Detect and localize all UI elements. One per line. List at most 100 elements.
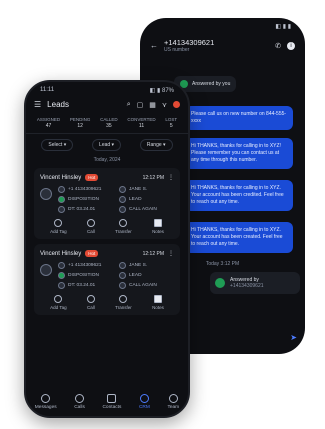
filter-row: Select ▾ Lead ▾ Range ▾ <box>26 134 188 156</box>
nav-team[interactable]: Team <box>167 394 179 410</box>
user-icon <box>119 262 126 269</box>
call-icon <box>86 295 95 303</box>
status-icons: ◧ ▮ 87% <box>149 87 174 94</box>
lead-field: JANE S. <box>129 263 148 268</box>
lead-field: CALL AGAIN <box>129 207 157 212</box>
message-bubble: Hi THANKS, thanks for calling in to XYZ.… <box>185 180 293 211</box>
lead-name: Vincent Hinsley <box>40 250 82 257</box>
leads-header: ☰ Leads ⌕ ▢ ▦ ⋎ <box>26 98 188 111</box>
transfer-button[interactable]: Transfer <box>115 219 132 234</box>
add-tag-button[interactable]: Add Tag <box>50 219 67 234</box>
nav-crm[interactable]: CRM <box>139 394 150 410</box>
phone-icon <box>75 394 85 403</box>
stat-called[interactable]: CALLED 35 <box>100 117 118 129</box>
answered-call-number: +14134309621 <box>230 283 264 289</box>
chat-icon[interactable]: ▢ <box>137 101 144 109</box>
search-icon[interactable]: ⌕ <box>127 101 131 109</box>
avatar <box>40 264 52 276</box>
transfer-button[interactable]: Transfer <box>115 295 132 310</box>
more-icon[interactable]: ⋮ <box>168 250 174 257</box>
stat-assigned[interactable]: ASSIGNED 47 <box>37 117 60 129</box>
date-label: Today, 2024 <box>93 157 121 163</box>
crm-icon <box>139 394 149 403</box>
call-button[interactable]: Call <box>86 295 95 310</box>
lead-time: 12:12 PM <box>142 174 164 181</box>
call-button[interactable]: Call <box>86 219 95 234</box>
lead-field: DT: 03.24.01 <box>68 207 96 212</box>
tag-icon <box>119 272 126 279</box>
status-icon <box>58 272 65 279</box>
message-bubble: Hi THANKS, thanks for calling in to XYZ!… <box>185 138 293 169</box>
user-icon <box>119 186 126 193</box>
lead-field: +1 4134309621 <box>68 187 102 192</box>
lead-field: DISPOSITION <box>68 273 99 278</box>
more-icon[interactable]: ⋮ <box>168 174 174 181</box>
page-title: Leads <box>47 100 69 109</box>
tag-icon <box>54 295 63 303</box>
call-icon[interactable]: ✆ <box>275 42 281 50</box>
calendar-icon <box>58 282 65 289</box>
info-icon[interactable]: i <box>287 41 295 50</box>
notes-icon <box>153 219 162 227</box>
phone-check-icon <box>215 278 225 288</box>
avatar <box>40 188 52 200</box>
contact-phone: +14134309621 <box>164 38 215 47</box>
clock-icon <box>119 206 126 213</box>
contacts-icon <box>107 394 117 403</box>
lead-time: 12:12 PM <box>142 250 164 257</box>
status-badge: Hot <box>85 250 99 257</box>
stat-pending[interactable]: PENDING 12 <box>70 117 91 129</box>
filter-icon[interactable]: ⋎ <box>162 101 167 109</box>
message-bubble: Hi THANKS, thanks for calling in to XYZ.… <box>185 222 293 253</box>
lead-name: Vincent Hinsley <box>40 174 82 181</box>
status-bar: 11:11 ◧ ▮ 87% <box>26 82 188 98</box>
stats-row: ASSIGNED 47 PENDING 12 CALLED 35 CONVERTED 1… <box>26 111 188 134</box>
leads-phone: 11:11 ◧ ▮ 87% ☰ Leads ⌕ ▢ ▦ ⋎ ASSIGNED 47… <box>24 80 190 418</box>
conversation-header: ← +14134309621 US number ✆ i <box>140 34 305 57</box>
nav-contacts[interactable]: Contacts <box>102 394 121 410</box>
lead-field: DISPOSITION <box>68 197 99 202</box>
stat-lost[interactable]: LOST 5 <box>165 117 177 129</box>
back-arrow-icon[interactable]: ← <box>150 41 158 50</box>
message-bubble: Please call us on new number on 844-555-… <box>185 106 293 130</box>
lead-field: JANE S. <box>129 187 148 192</box>
stat-converted[interactable]: CONVERTED 11 <box>127 117 155 129</box>
nav-messages[interactable]: Messages <box>35 394 57 410</box>
status-icons: ◧ ▮ ▮ <box>275 23 291 30</box>
filter-range[interactable]: Range ▾ <box>139 139 173 151</box>
tag-icon <box>54 219 63 227</box>
calendar-icon <box>58 206 65 213</box>
status-time: 11:11 <box>40 87 55 93</box>
lead-card[interactable]: Vincent Hinsley Hot 12:12 PM ⋮ +1 413430… <box>34 168 180 239</box>
grid-icon[interactable]: ▦ <box>149 101 156 109</box>
nav-calls[interactable]: Calls <box>74 394 85 410</box>
notes-button[interactable]: Notes <box>152 219 164 234</box>
lead-field: CALL AGAIN <box>129 283 157 288</box>
filter-lead[interactable]: Lead ▾ <box>92 139 122 151</box>
lead-card[interactable]: Vincent Hinsley Hot 12:12 PM ⋮ +1 413430… <box>34 244 180 315</box>
message-icon <box>41 394 51 403</box>
add-tag-button[interactable]: Add Tag <box>50 295 67 310</box>
lead-field: LEAD <box>129 273 142 278</box>
transfer-icon <box>119 219 128 227</box>
phone-icon <box>58 186 65 193</box>
filter-select[interactable]: Select ▾ <box>41 139 74 151</box>
status-icon <box>58 196 65 203</box>
transfer-icon <box>119 295 128 303</box>
notes-icon <box>153 295 162 303</box>
send-icon[interactable]: ➤ <box>290 333 297 342</box>
clock-icon <box>119 282 126 289</box>
bottom-nav: Messages Calls Contacts CRM Team <box>26 394 188 410</box>
menu-icon[interactable]: ☰ <box>34 100 41 109</box>
notes-button[interactable]: Notes <box>152 295 164 310</box>
call-icon <box>86 219 95 227</box>
answered-pill-label: Answered by you <box>192 81 231 87</box>
phone-icon <box>58 262 65 269</box>
lead-field: DT: 03.24.01 <box>68 283 96 288</box>
tag-icon <box>119 196 126 203</box>
status-badge: Hot <box>85 174 99 181</box>
lead-field: +1 4134309621 <box>68 263 102 268</box>
notification-dot[interactable] <box>173 101 180 108</box>
team-icon <box>168 394 178 403</box>
status-bar: ◧ ▮ ▮ <box>140 18 305 34</box>
